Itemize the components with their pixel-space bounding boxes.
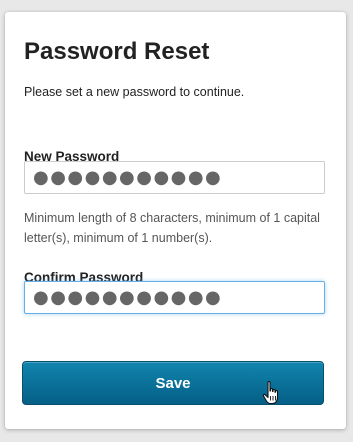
page-title: Password Reset [24,38,210,65]
password-reset-card: Password Reset Please set a new password… [5,12,346,429]
hand-pointer-cursor-icon [262,380,279,405]
password-requirements-hint: Minimum length of 8 characters, minimum … [24,211,320,245]
confirm-password-field[interactable] [24,281,325,314]
instructions-text: Please set a new password to continue. [24,85,245,99]
new-password-field[interactable] [24,161,325,194]
